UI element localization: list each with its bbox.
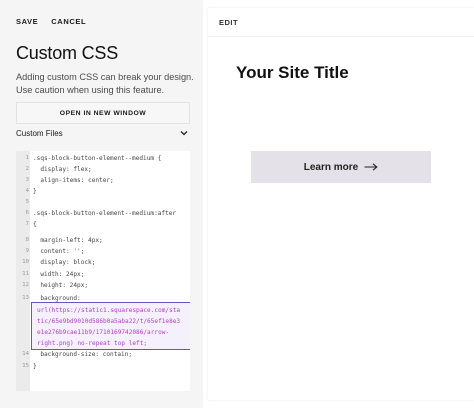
divider: [208, 36, 474, 37]
line-number: 2: [25, 166, 29, 172]
cancel-button[interactable]: CANCEL: [51, 17, 86, 26]
code-line: background-size: contain;: [33, 351, 133, 358]
code-line: }: [33, 363, 37, 370]
save-button[interactable]: SAVE: [16, 17, 38, 26]
highlighted-code-line: e1e276b9cae11b9/1710169742086/arrow-: [37, 329, 170, 336]
line-number: 11: [22, 271, 29, 277]
learn-more-button[interactable]: Learn more: [251, 151, 431, 183]
css-code-editor[interactable]: 1 .sqs-block-button-element--medium { 2 …: [16, 151, 190, 391]
site-preview: EDIT Your Site Title Learn more: [208, 8, 474, 400]
code-line: margin-left: 4px;: [33, 237, 103, 244]
line-number: 7: [25, 221, 29, 227]
line-number: 15: [22, 363, 29, 369]
line-number: 14: [22, 351, 29, 357]
line-number: 4: [25, 188, 29, 194]
code-line: display: flex;: [33, 166, 92, 173]
code-line: .sqs-block-button-element--medium {: [33, 155, 162, 162]
arrow-right-icon: [364, 163, 378, 171]
code-line: content: '';: [33, 248, 85, 255]
edit-button[interactable]: EDIT: [219, 18, 238, 27]
highlighted-code-line: tic/65e9bd9010d586b0a5aba22/t/65ef1e8e3: [37, 318, 181, 325]
highlighted-code-line: right.png) no-repeat top left;: [37, 340, 148, 347]
line-number: 3: [25, 177, 29, 183]
learn-more-label: Learn more: [303, 161, 359, 173]
code-line: display: block;: [33, 259, 96, 266]
code-line: }: [33, 188, 37, 195]
line-number: 10: [22, 259, 29, 265]
line-number: 5: [25, 199, 29, 205]
code-line: .sqs-block-button-element--medium:after: [33, 210, 177, 217]
line-number: 8: [25, 237, 29, 243]
line-number: 12: [22, 282, 29, 288]
custom-files-label: Custom Files: [16, 128, 63, 138]
code-line: align-items: center;: [33, 177, 114, 184]
css-editor-panel: SAVE CANCEL Custom CSS Adding custom CSS…: [0, 0, 203, 408]
line-number: 6: [25, 210, 29, 216]
custom-files-dropdown[interactable]: Custom Files: [16, 126, 188, 140]
code-line: height: 24px;: [33, 282, 89, 289]
panel-actions: SAVE CANCEL: [16, 17, 86, 26]
open-in-new-window-button[interactable]: OPEN IN NEW WINDOW: [16, 102, 190, 124]
line-number: 9: [25, 248, 29, 254]
code-line: {: [33, 221, 37, 228]
warning-text: Adding custom CSS can break your design.…: [16, 72, 194, 95]
page-title: Custom CSS: [16, 43, 119, 63]
chevron-down-icon: [180, 130, 188, 136]
line-number: 1: [25, 155, 29, 161]
line-number: 13: [22, 295, 29, 301]
code-line: width: 24px;: [33, 271, 85, 278]
site-title: Your Site Title: [236, 63, 349, 82]
highlighted-code-line: url(https://static1.squarespace.com/sta: [37, 307, 181, 314]
